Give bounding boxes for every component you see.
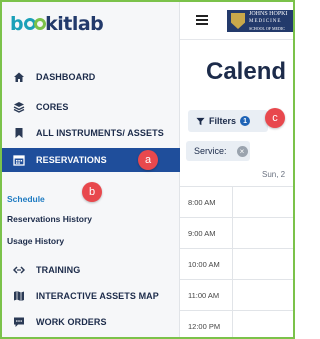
page-title: Calend (206, 58, 287, 85)
hamburger-menu-icon[interactable] (196, 15, 208, 25)
grid-divider (232, 218, 233, 249)
sidebar-item-label: TRAINING (36, 265, 81, 275)
sidebar-item-dashboard[interactable]: DASHBOARD (2, 66, 180, 88)
time-row[interactable]: 12:00 PM (180, 311, 293, 337)
callout-badge-a: a (138, 150, 158, 170)
sidebar-item-label: DASHBOARD (36, 72, 96, 82)
sidebar-item-cores[interactable]: CORES (2, 96, 180, 118)
layers-icon (12, 100, 26, 114)
sidebar-item-label: RESERVATIONS (36, 155, 107, 165)
clear-filter-icon[interactable]: × (236, 145, 248, 157)
callout-badge-b: b (82, 182, 102, 202)
calendar-icon (12, 153, 26, 167)
logo-rings-icon (24, 18, 47, 30)
home-icon (12, 70, 26, 84)
grid-divider (232, 311, 233, 337)
sidebar-item-training[interactable]: TRAINING (2, 259, 180, 281)
sidebar-subitem-usage-history[interactable]: Usage History (2, 236, 64, 246)
institution-line-1: JOHNS HOPKI (249, 10, 288, 17)
sidebar-item-work-orders[interactable]: WORK ORDERS (2, 311, 180, 333)
grid-divider (232, 280, 233, 311)
time-row[interactable]: 10:00 AM (180, 249, 293, 280)
time-label: 9:00 AM (188, 229, 216, 238)
time-label: 8:00 AM (188, 198, 216, 207)
institution-name: JOHNS HOPKI MEDICINE SCHOOL OF MEDIC (249, 11, 288, 32)
time-label: 10:00 AM (188, 260, 220, 269)
time-label: 11:00 AM (188, 291, 220, 300)
filter-icon (196, 117, 205, 126)
crest-icon (231, 13, 245, 29)
sidebar-subitem-reservations-history[interactable]: Reservations History (2, 214, 92, 224)
filters-count-badge: 1 (240, 116, 251, 126)
logo-text: kitlab (45, 13, 104, 35)
map-icon (12, 289, 26, 303)
chat-icon (12, 315, 26, 329)
institution-logo: JOHNS HOPKI MEDICINE SCHOOL OF MEDIC (227, 10, 293, 32)
time-row[interactable]: 8:00 AM (180, 187, 293, 218)
sidebar-subitem-schedule[interactable]: Schedule (2, 194, 45, 204)
sidebar-item-all-instruments[interactable]: ALL INSTRUMENTS/ ASSETS (2, 122, 180, 144)
sidebar-item-interactive-assets-map[interactable]: INTERACTIVE ASSETS MAP (2, 285, 180, 307)
service-chip-label: Service: (194, 146, 227, 156)
arrows-icon (12, 263, 26, 277)
calendar-time-grid: 8:00 AM 9:00 AM 10:00 AM 11:00 AM 12:00 … (180, 186, 293, 337)
filters-label: Filters (209, 116, 237, 126)
time-label: 12:00 PM (188, 322, 221, 331)
time-row[interactable]: 9:00 AM (180, 218, 293, 249)
logo-letter-b: b (10, 13, 24, 35)
day-header-label: Sun, 2 (262, 170, 286, 179)
callout-badge-c: c (265, 108, 285, 128)
bookmark-icon (12, 126, 26, 140)
sidebar: b kitlab DASHBOARD CORES ALL INSTRUMENTS… (2, 2, 180, 337)
bookitlab-logo[interactable]: b kitlab (10, 10, 104, 38)
sidebar-item-label: CORES (36, 102, 69, 112)
sidebar-item-label: WORK ORDERS (36, 317, 107, 327)
institution-line-2: MEDICINE (249, 18, 282, 24)
grid-divider (232, 187, 233, 218)
sidebar-item-label: INTERACTIVE ASSETS MAP (36, 291, 159, 301)
sidebar-item-label: ALL INSTRUMENTS/ ASSETS (36, 128, 164, 138)
calendar-day-header: Sun, 2 (180, 164, 293, 186)
service-filter-chip[interactable]: Service: × (186, 141, 250, 161)
top-bar: JOHNS HOPKI MEDICINE SCHOOL OF MEDIC (180, 2, 293, 40)
time-row[interactable]: 11:00 AM (180, 280, 293, 311)
filters-button[interactable]: Filters 1 (188, 110, 268, 132)
app-frame: b kitlab DASHBOARD CORES ALL INSTRUMENTS… (0, 0, 295, 339)
grid-divider (232, 249, 233, 280)
institution-line-3: SCHOOL OF MEDIC (249, 25, 285, 31)
